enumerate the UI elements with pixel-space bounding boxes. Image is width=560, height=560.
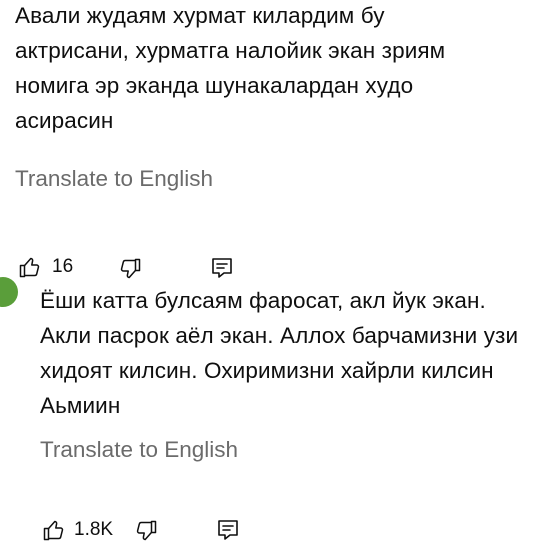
comment-text: Авали жудаям хурмат килардим бу актрисан… — [15, 3, 446, 133]
comment-action-bar: 1.8K — [0, 513, 560, 543]
translate-button[interactable]: Translate to English — [40, 437, 238, 463]
thumbs-down-icon[interactable] — [118, 257, 142, 281]
comment-action-bar: 16 — [0, 252, 560, 282]
comment-text: Ёши катта булсаям фаросат, акл йук экан.… — [40, 288, 519, 418]
thumbs-up-icon[interactable] — [42, 518, 66, 542]
translate-button[interactable]: Translate to English — [15, 166, 213, 192]
like-count: 16 — [52, 256, 74, 277]
reply-comment-icon[interactable] — [216, 518, 240, 542]
like-count: 1.8K — [74, 519, 114, 540]
thumbs-down-icon[interactable] — [134, 519, 158, 543]
thumbs-up-icon[interactable] — [18, 255, 42, 279]
reply-comment-icon[interactable] — [210, 256, 234, 280]
